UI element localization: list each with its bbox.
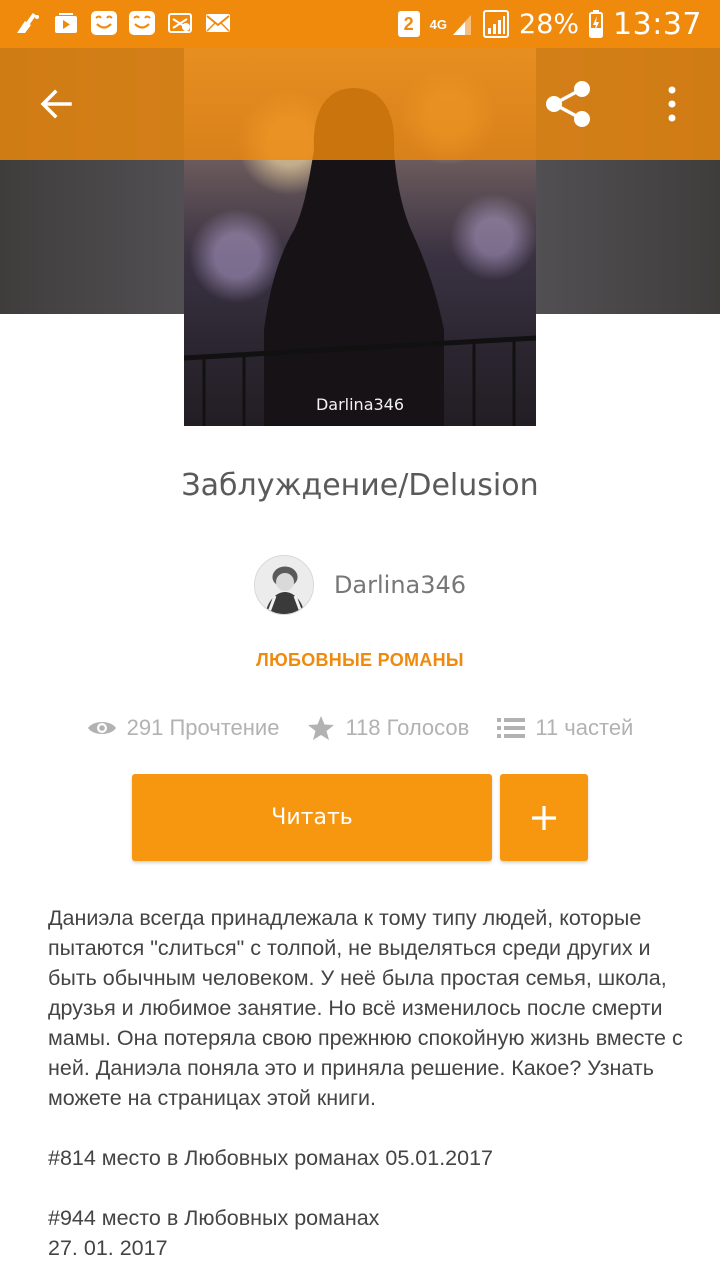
share-button[interactable] xyxy=(540,76,596,132)
arrow-back-icon xyxy=(40,89,72,119)
votes-count: 118 Голосов xyxy=(345,715,470,740)
more-options-button[interactable] xyxy=(644,76,700,132)
parts-count: 11 частей xyxy=(535,715,634,740)
avatar-image xyxy=(254,556,313,614)
avatar[interactable] xyxy=(253,555,314,615)
stat-parts: 11 частей xyxy=(497,715,633,741)
smile-icon xyxy=(90,8,118,38)
add-to-library-button[interactable] xyxy=(500,774,588,861)
story-description: Даниэла всегда принадлежала к тому типу … xyxy=(48,903,688,1263)
notification-icons xyxy=(14,8,232,38)
media-icon xyxy=(52,8,80,38)
system-indicators: 2 4G 28% 13:37 xyxy=(397,0,702,48)
clock: 13:37 xyxy=(613,6,702,42)
battery-percent: 28% xyxy=(519,8,580,40)
ranking-1: #814 место в Любовных романах 05.01.2017 xyxy=(48,1146,494,1170)
network-indicator: 4G xyxy=(430,11,473,37)
cover-author-caption: Darlina346 xyxy=(315,395,405,414)
genre-link[interactable]: ЛЮБОВНЫЕ РОМАНЫ xyxy=(0,650,720,671)
toolbar xyxy=(0,48,720,160)
story-stats: 291 Прочтение 118 Голосов 11 частей xyxy=(0,708,720,748)
cleaner-icon xyxy=(14,8,42,38)
settings-icon xyxy=(166,8,194,38)
status-bar: 2 4G 28% 13:37 xyxy=(0,0,720,48)
story-title: Заблуждение/Delusion xyxy=(181,468,539,503)
stat-reads: 291 Прочтение xyxy=(87,715,280,741)
ranking-2-line1: #944 место в Любовных романах xyxy=(48,1206,380,1230)
list-icon xyxy=(497,718,526,738)
mail-icon xyxy=(204,8,232,38)
read-button[interactable]: Читать xyxy=(132,774,492,861)
author-row[interactable]: Darlina346 xyxy=(0,554,720,616)
star-icon xyxy=(308,716,335,740)
author-name[interactable]: Darlina346 xyxy=(334,571,466,599)
smile-icon xyxy=(128,8,156,38)
sim-badge: 2 xyxy=(397,11,420,37)
signal-strength-icon xyxy=(483,10,510,38)
plus-icon xyxy=(532,805,556,830)
signal-icon xyxy=(453,15,472,35)
description-text: Даниэла всегда принадлежала к тому типу … xyxy=(48,906,683,1110)
back-button[interactable] xyxy=(28,76,84,132)
eye-icon xyxy=(87,722,116,734)
battery-charging-icon xyxy=(589,10,604,38)
reads-count: 291 Прочтение xyxy=(126,715,280,740)
share-icon xyxy=(546,81,590,127)
more-vert-icon xyxy=(668,86,676,122)
ranking-2-line2: 27. 01. 2017 xyxy=(48,1236,168,1260)
stat-votes: 118 Голосов xyxy=(307,715,469,741)
network-type: 4G xyxy=(429,16,448,32)
